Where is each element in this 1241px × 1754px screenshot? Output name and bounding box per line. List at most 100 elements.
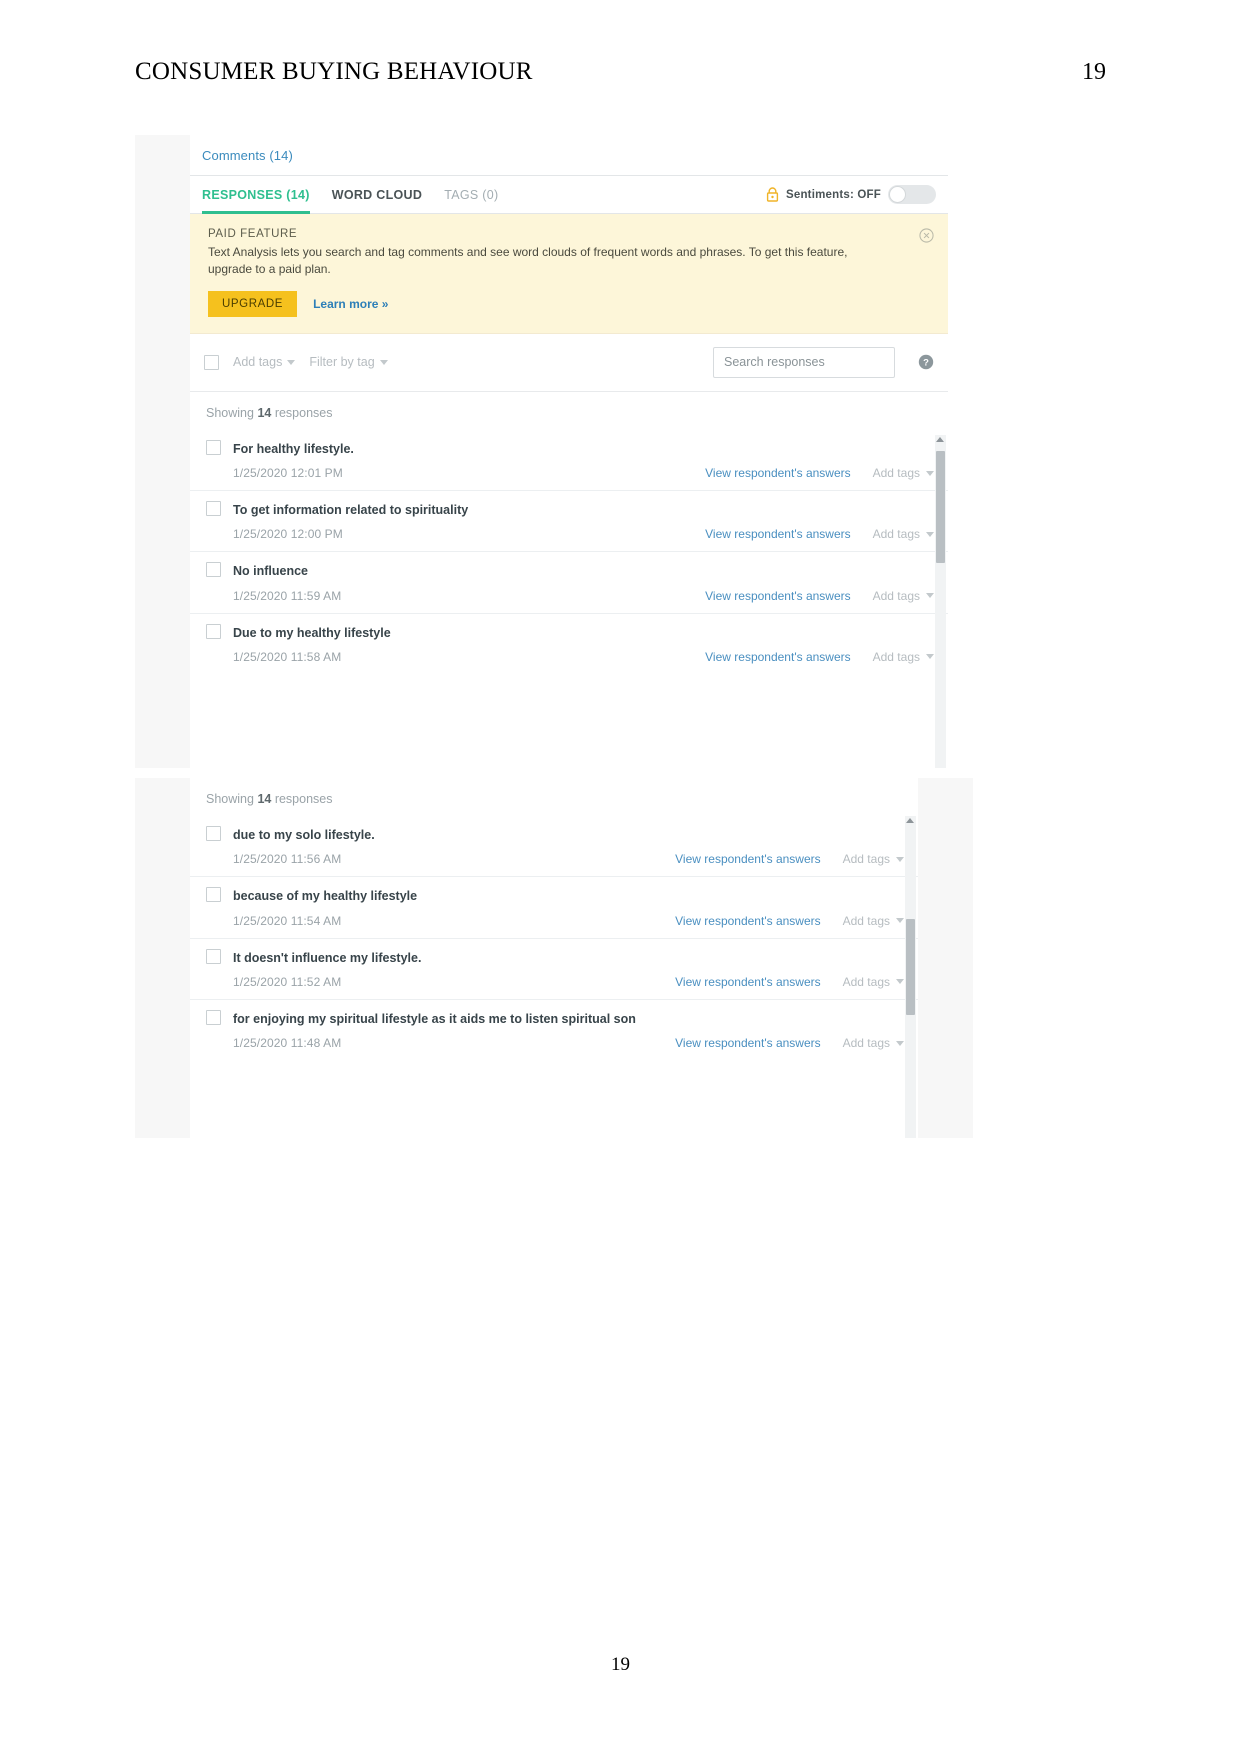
response-text: because of my healthy lifestyle — [233, 889, 418, 904]
row-main: No influence — [206, 562, 934, 579]
row-meta: 1/25/2020 12:00 PM View respondent's ans… — [206, 527, 934, 541]
scroll-up-arrow-icon[interactable] — [906, 818, 914, 823]
row-meta: 1/25/2020 11:48 AM View respondent's ans… — [206, 1036, 904, 1050]
chevron-down-icon — [287, 359, 296, 365]
vertical-scrollbar[interactable] — [905, 816, 916, 1138]
view-respondent-answers-link[interactable]: View respondent's answers — [675, 975, 820, 989]
row-meta: 1/25/2020 11:58 AM View respondent's ans… — [206, 650, 934, 664]
tab-responses[interactable]: RESPONSES (14) — [202, 176, 310, 214]
row-checkbox[interactable] — [206, 623, 221, 639]
filter-by-tag-label: Filter by tag — [309, 355, 375, 370]
table-row[interactable]: Due to my healthy lifestyle 1/25/2020 11… — [190, 614, 948, 674]
response-text: For healthy lifestyle. — [233, 441, 354, 456]
learn-more-link[interactable]: Learn more » — [313, 297, 388, 311]
row-checkbox[interactable] — [206, 439, 221, 455]
chevron-down-icon — [926, 593, 934, 599]
view-respondent-answers-link[interactable]: View respondent's answers — [675, 914, 820, 928]
view-respondent-answers-link[interactable]: View respondent's answers — [705, 650, 850, 664]
row-add-tags-dropdown[interactable]: Add tags — [873, 650, 934, 664]
response-date: 1/25/2020 12:01 PM — [233, 466, 343, 481]
showing-number: 14 — [257, 405, 272, 420]
add-tags-label: Add tags — [233, 355, 283, 370]
embedded-screenshot-top: Comments (14) RESPONSES (14) WORD CLOUD … — [135, 135, 948, 768]
table-row[interactable]: for enjoying my spiritual lifestyle as i… — [190, 1000, 918, 1060]
footer-page-number: 19 — [611, 1654, 630, 1675]
row-add-tags-label: Add tags — [872, 588, 920, 603]
paid-feature-banner: PAID FEATURE Text Analysis lets you sear… — [190, 214, 948, 334]
tab-bar: RESPONSES (14) WORD CLOUD TAGS (0) Senti… — [190, 176, 948, 214]
table-row[interactable]: For healthy lifestyle. 1/25/2020 12:01 P… — [190, 430, 948, 492]
view-respondent-answers-link[interactable]: View respondent's answers — [675, 852, 820, 866]
table-row[interactable]: because of my healthy lifestyle 1/25/202… — [190, 877, 918, 939]
table-row[interactable]: No influence 1/25/2020 11:59 AM View res… — [190, 552, 948, 614]
row-meta: 1/25/2020 11:56 AM View respondent's ans… — [206, 852, 904, 866]
tabs: RESPONSES (14) WORD CLOUD TAGS (0) — [202, 176, 498, 214]
close-icon[interactable] — [919, 228, 934, 243]
row-checkbox[interactable] — [206, 562, 221, 578]
row-add-tags-dropdown[interactable]: Add tags — [873, 589, 934, 603]
row-main: for enjoying my spiritual lifestyle as i… — [206, 1009, 904, 1027]
row-checkbox[interactable] — [206, 887, 221, 903]
select-all-checkbox[interactable] — [204, 354, 219, 370]
row-checkbox[interactable] — [206, 826, 221, 841]
row-actions: View respondent's answers Add tags — [675, 1036, 904, 1050]
search-input[interactable] — [722, 354, 887, 371]
showing-count-bottom: Showing 14 responses — [190, 778, 918, 816]
response-date: 1/25/2020 11:56 AM — [233, 852, 342, 867]
row-main: because of my healthy lifestyle — [206, 887, 904, 904]
comments-link[interactable]: Comments (14) — [202, 148, 293, 163]
row-checkbox[interactable] — [206, 1009, 221, 1025]
search-box[interactable] — [713, 346, 895, 378]
row-meta: 1/25/2020 12:01 PM View respondent's ans… — [206, 466, 934, 480]
table-row[interactable]: To get information related to spirituali… — [190, 491, 948, 553]
view-respondent-answers-link[interactable]: View respondent's answers — [705, 527, 850, 541]
table-row[interactable]: It doesn't influence my lifestyle. 1/25/… — [190, 939, 918, 1000]
lock-icon — [766, 187, 779, 202]
response-text: To get information related to spirituali… — [233, 503, 469, 518]
banner-actions: UPGRADE Learn more » — [208, 290, 932, 317]
responses-list-bottom: due to my solo lifestyle. 1/25/2020 11:5… — [190, 816, 918, 1060]
sentiments-toggle[interactable] — [888, 185, 936, 204]
row-add-tags-dropdown[interactable]: Add tags — [843, 852, 904, 866]
responses-list-top: For healthy lifestyle. 1/25/2020 12:01 P… — [190, 430, 948, 674]
row-add-tags-dropdown[interactable]: Add tags — [843, 914, 904, 928]
add-tags-dropdown[interactable]: Add tags — [233, 355, 296, 370]
row-add-tags-dropdown[interactable]: Add tags — [873, 466, 934, 480]
table-row[interactable]: due to my solo lifestyle. 1/25/2020 11:5… — [190, 816, 918, 878]
view-respondent-answers-link[interactable]: View respondent's answers — [705, 589, 850, 603]
scrollbar-thumb[interactable] — [936, 451, 945, 563]
chevron-down-icon — [926, 470, 934, 476]
help-circle-icon[interactable]: ? — [918, 354, 934, 370]
embedded-screenshot-bottom: Showing 14 responses due to my solo life… — [135, 778, 973, 1138]
sentiments-control[interactable]: Sentiments: OFF — [766, 185, 936, 204]
vertical-scrollbar[interactable] — [935, 435, 946, 768]
view-respondent-answers-link[interactable]: View respondent's answers — [705, 466, 850, 480]
response-text: Due to my healthy lifestyle — [233, 625, 391, 640]
comments-header: Comments (14) — [190, 135, 948, 176]
response-text: for enjoying my spiritual lifestyle as i… — [233, 1011, 636, 1026]
chevron-down-icon — [896, 856, 904, 862]
filter-by-tag-dropdown[interactable]: Filter by tag — [309, 355, 388, 370]
showing-suffix: responses — [271, 405, 333, 420]
row-add-tags-dropdown[interactable]: Add tags — [843, 1036, 904, 1050]
showing-prefix: Showing — [206, 405, 258, 420]
tab-word-cloud[interactable]: WORD CLOUD — [332, 176, 423, 213]
row-add-tags-label: Add tags — [872, 649, 920, 664]
scrollbar-thumb[interactable] — [906, 919, 915, 1015]
view-respondent-answers-link[interactable]: View respondent's answers — [675, 1036, 820, 1050]
banner-body: Text Analysis lets you search and tag co… — [208, 245, 848, 277]
row-actions: View respondent's answers Add tags — [675, 914, 904, 928]
row-actions: View respondent's answers Add tags — [705, 589, 934, 603]
row-main: To get information related to spirituali… — [206, 501, 934, 518]
chevron-down-icon — [926, 654, 934, 660]
row-add-tags-dropdown[interactable]: Add tags — [873, 527, 934, 541]
row-add-tags-dropdown[interactable]: Add tags — [843, 975, 904, 989]
row-actions: View respondent's answers Add tags — [705, 650, 934, 664]
tab-tags[interactable]: TAGS (0) — [444, 176, 498, 213]
showing-count-top: Showing 14 responses — [190, 392, 948, 430]
row-checkbox[interactable] — [206, 501, 221, 517]
scroll-up-arrow-icon[interactable] — [936, 437, 944, 442]
upgrade-button[interactable]: UPGRADE — [208, 290, 298, 317]
row-checkbox[interactable] — [206, 948, 221, 964]
response-date: 1/25/2020 12:00 PM — [233, 527, 343, 542]
